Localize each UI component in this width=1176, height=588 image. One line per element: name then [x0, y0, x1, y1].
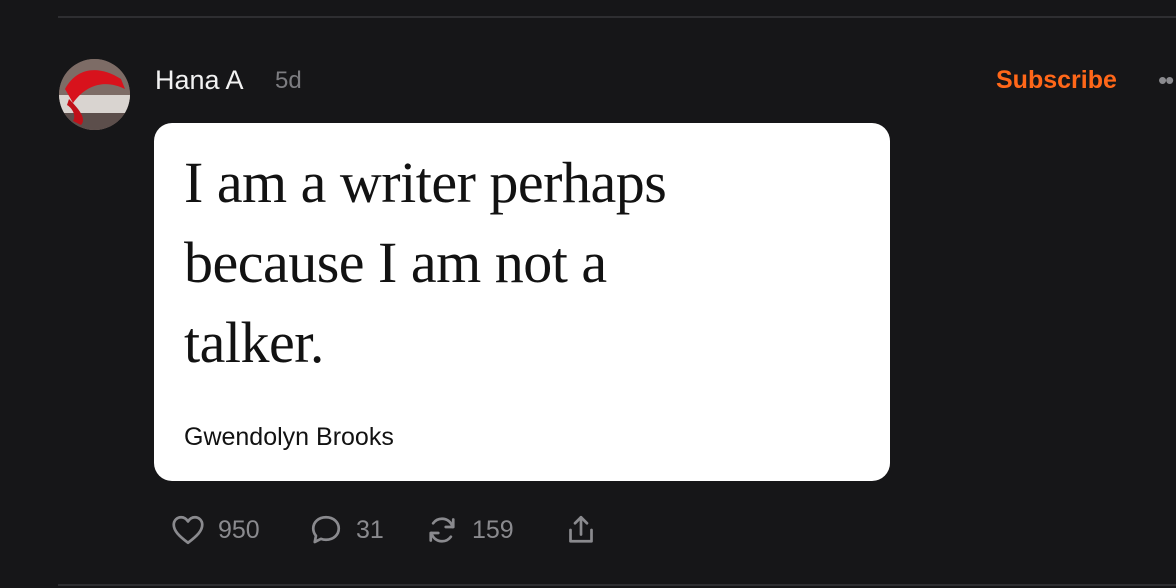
avatar[interactable]	[59, 59, 130, 130]
share-icon	[569, 515, 593, 543]
comment-button[interactable]: 31	[308, 508, 384, 552]
post-timestamp: 5d	[275, 67, 302, 94]
post-page: Hana A 5d Subscribe •• I am a writer per…	[0, 0, 1176, 588]
bottom-divider	[58, 584, 1176, 586]
top-divider	[58, 16, 1176, 18]
comment-icon	[311, 515, 341, 544]
like-count: 950	[218, 515, 260, 544]
quote-author: Gwendolyn Brooks	[184, 423, 394, 451]
quote-line: talker.	[184, 310, 324, 375]
restack-count: 159	[472, 515, 514, 544]
like-button[interactable]: 950	[170, 508, 260, 552]
restack-button[interactable]: 159	[424, 508, 514, 552]
quote-line: I am a writer perhaps	[184, 150, 667, 215]
quote-card[interactable]: I am a writer perhaps because I am not a…	[154, 123, 890, 481]
avatar-image	[59, 59, 130, 130]
subscribe-button[interactable]: Subscribe	[996, 64, 1117, 96]
author-name[interactable]: Hana A	[155, 64, 244, 96]
ellipsis-icon[interactable]: ••	[1158, 67, 1174, 93]
comment-count: 31	[356, 515, 384, 544]
share-button[interactable]	[563, 508, 599, 552]
restack-icon	[429, 517, 455, 543]
quote-line: because I am not a	[184, 230, 607, 295]
heart-icon	[172, 515, 204, 545]
quote-text: I am a writer perhaps because I am not a…	[184, 143, 844, 383]
